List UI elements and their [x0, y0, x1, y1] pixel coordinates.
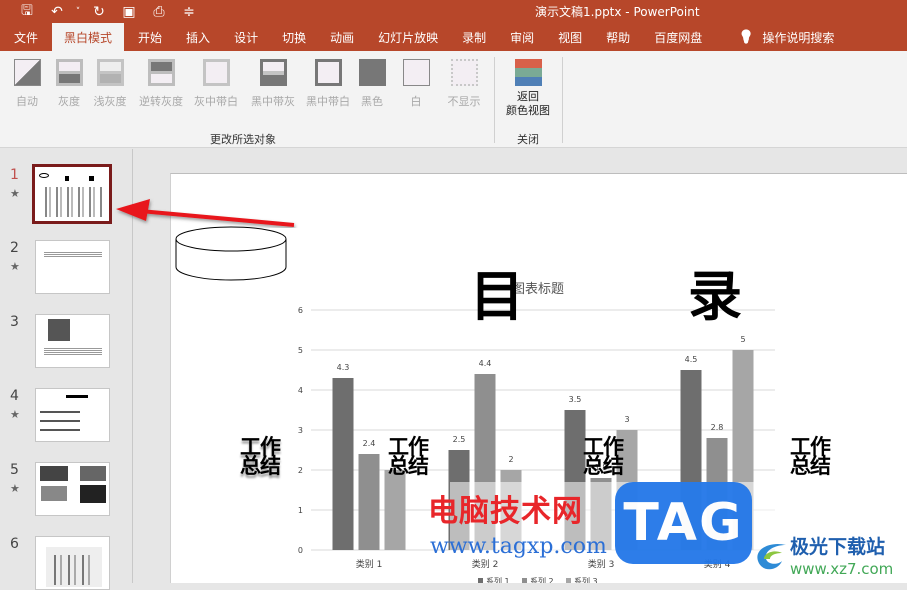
watermark-red-text: 电脑技术网: [428, 494, 583, 529]
bar-系列2-1: [358, 454, 380, 550]
legend-label: 系列 1: [486, 576, 510, 583]
x-category-label: 类别 1: [356, 558, 383, 570]
y-tick-label: 4: [298, 386, 303, 395]
bar-系列3-1: [384, 470, 406, 550]
watermark-tag-logo: TAG: [615, 482, 752, 564]
data-label: 2.8: [711, 423, 724, 432]
data-label: 4.3: [337, 363, 350, 372]
y-tick-label: 1: [298, 506, 303, 515]
title-char-lu: 录: [688, 265, 742, 328]
watermark-xz-url: www.xz7.com: [790, 560, 894, 578]
watermark-url: www.tagxp.com: [430, 534, 607, 559]
data-label: 2: [508, 455, 513, 464]
y-tick-label: 6: [298, 306, 303, 315]
legend-swatch: [566, 578, 571, 583]
work-summary-text: 工作 总结: [790, 435, 831, 478]
legend-swatch: [478, 578, 483, 583]
legend-swatch: [522, 578, 527, 583]
title-char-mu: 目: [470, 265, 524, 328]
x-category-label: 类别 2: [472, 558, 499, 570]
legend-label: 系列 2: [530, 576, 554, 583]
y-tick-label: 5: [298, 346, 303, 355]
work-summary-text: 工作 总结: [388, 435, 429, 478]
data-label: 2.4: [363, 439, 376, 448]
data-label: 4.4: [479, 359, 492, 368]
watermark-xz-title: 极光下载站: [790, 536, 886, 558]
data-label: 2.5: [453, 435, 466, 444]
xz7-logo-icon: [757, 543, 786, 570]
y-tick-label: 2: [298, 466, 303, 475]
bar-系列1-1: [332, 378, 354, 550]
annotation-arrow: [116, 199, 295, 227]
y-tick-label: 3: [298, 426, 303, 435]
data-label: 3.5: [569, 395, 582, 404]
data-label: 3: [624, 415, 629, 424]
x-category-label: 类别 3: [588, 558, 615, 570]
data-label: 5: [740, 335, 745, 344]
y-tick-label: 0: [298, 546, 303, 555]
work-summary-text: 工作 总结: [240, 435, 281, 478]
work-summary-text: 工作 总结: [583, 435, 624, 478]
legend-label: 系列 3: [574, 576, 598, 583]
data-label: 4.5: [685, 355, 698, 364]
